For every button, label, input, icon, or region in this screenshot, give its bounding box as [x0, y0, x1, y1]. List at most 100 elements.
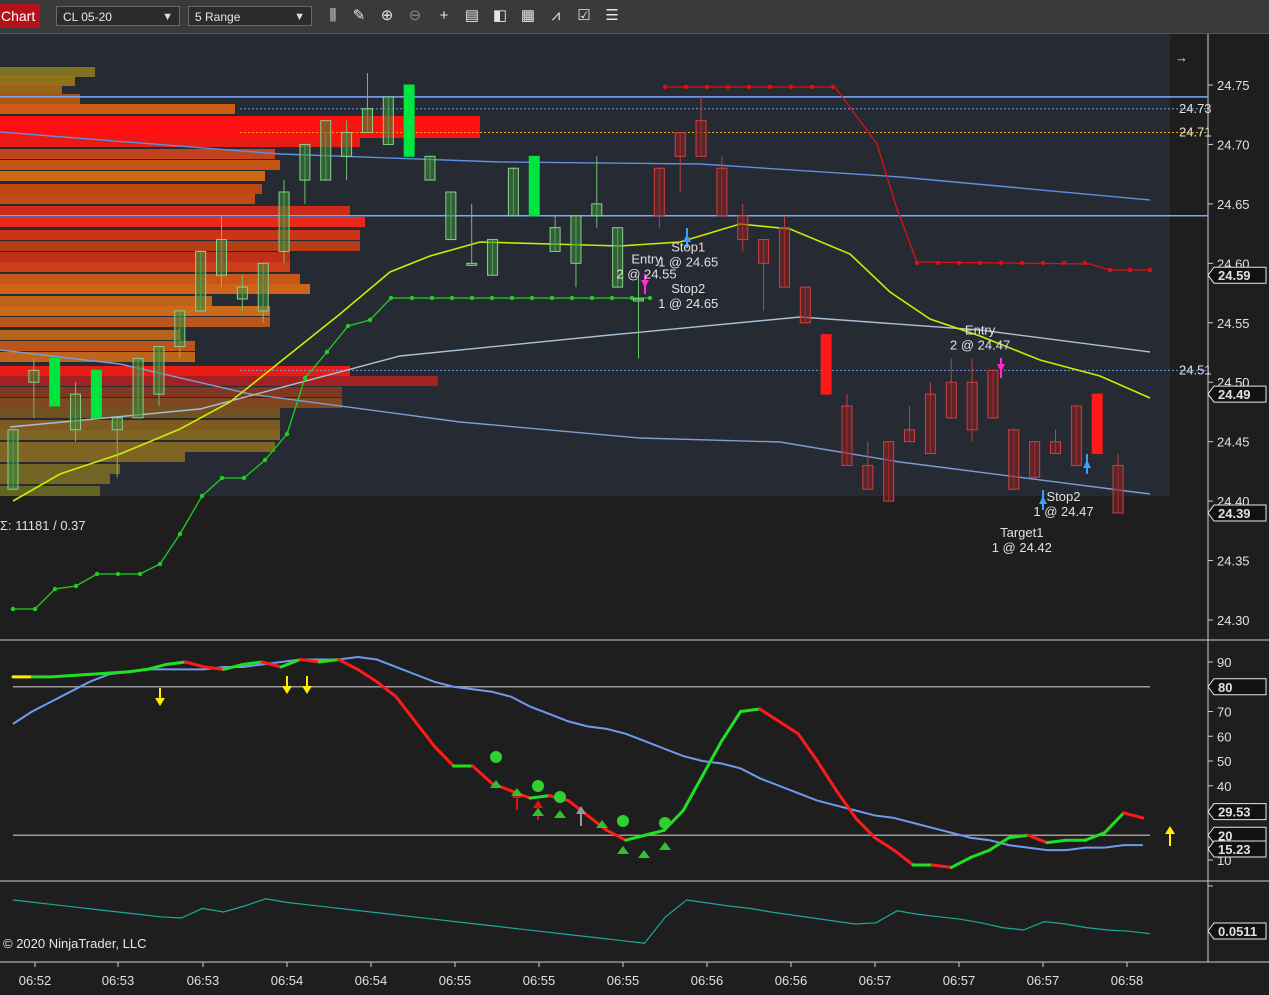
y-tick-label: 24.55 — [1217, 316, 1250, 331]
trailing-stop-dot — [284, 431, 290, 437]
signal-dot — [659, 817, 671, 829]
indicators-icon[interactable]: ⩘ — [547, 7, 565, 25]
candle — [883, 441, 895, 502]
volume-profile-bar — [0, 94, 80, 104]
x-tick-label: 06:57 — [859, 973, 892, 988]
volume-profile-bar — [0, 206, 350, 216]
volume-profile-bar — [0, 184, 262, 194]
candle — [841, 405, 853, 466]
candle — [153, 346, 165, 395]
instrument-value: CL 05-20 — [63, 10, 112, 24]
trailing-stop-dot — [73, 583, 79, 589]
data-box-icon[interactable]: ◧ — [491, 7, 509, 25]
volume-profile-bar — [0, 104, 235, 114]
candle — [904, 429, 916, 443]
candle — [487, 239, 499, 276]
x-tick-label: 06:53 — [102, 973, 135, 988]
trailing-stop-dot — [157, 561, 163, 567]
crosshair-icon[interactable]: + — [435, 7, 453, 25]
volume-profile-bar — [0, 330, 180, 340]
trailing-stop-dot — [302, 375, 308, 381]
zoom-out-icon[interactable]: ⊖ — [406, 7, 424, 25]
candle — [236, 286, 248, 300]
bar-type-icon[interactable]: ⫼ — [324, 7, 342, 25]
y-tick-label: 24.75 — [1217, 78, 1250, 93]
candle — [987, 369, 999, 419]
trailing-stop-dot — [609, 295, 615, 301]
candle — [716, 167, 728, 217]
properties-icon[interactable]: ▤ — [463, 7, 481, 25]
signal-dot — [490, 751, 502, 763]
list-icon[interactable]: ☰ — [603, 7, 621, 25]
signal-dot — [554, 791, 566, 803]
volume-profile-bar — [0, 376, 438, 386]
candle — [195, 250, 207, 312]
candle — [111, 417, 123, 431]
candle — [361, 108, 373, 134]
trailing-stop-dot — [1127, 267, 1133, 273]
zoom-in-icon[interactable]: ⊕ — [378, 7, 396, 25]
trailing-stop-dot — [1040, 260, 1046, 266]
x-tick-label: 06:58 — [1111, 973, 1144, 988]
trailing-stop-dot — [324, 349, 330, 355]
y-tick-label: 24.70 — [1217, 137, 1250, 152]
x-tick-label: 06:54 — [355, 973, 388, 988]
trailing-stop-dot — [1147, 267, 1153, 273]
chevron-down-icon: ▼ — [162, 11, 173, 23]
candle — [28, 369, 40, 383]
candle — [633, 298, 644, 302]
candle — [466, 262, 478, 266]
volume-profile-bar — [0, 262, 290, 272]
trailing-stop-dot — [199, 493, 205, 499]
volume-profile-bar — [0, 274, 300, 284]
interval-value: 5 Range — [195, 10, 241, 24]
trailing-stop-dot — [1061, 260, 1067, 266]
trailing-stop-dot — [935, 260, 941, 266]
trailing-stop-dot — [52, 586, 58, 592]
price-marker-label: 24.39 — [1218, 506, 1251, 521]
candle — [341, 132, 353, 157]
strategies-icon[interactable]: ☑ — [575, 7, 593, 25]
volume-label: Σ: 11181 / 0.37 — [0, 518, 86, 533]
candle — [382, 96, 394, 145]
trade-label: 1 @ 24.47 — [1033, 504, 1093, 519]
x-tick-label: 06:55 — [607, 973, 640, 988]
candle — [695, 120, 707, 157]
x-tick-label: 06:57 — [1027, 973, 1060, 988]
trailing-stop-dot — [489, 295, 495, 301]
instrument-selector[interactable]: CL 05-20 ▼ — [56, 6, 180, 26]
candle — [924, 393, 936, 455]
trailing-stop-dot — [345, 323, 351, 329]
chart-tab[interactable]: Chart — [0, 4, 40, 28]
trailing-stop-dot — [388, 295, 394, 301]
y-tick-label: 24.30 — [1217, 613, 1250, 628]
candle — [70, 393, 82, 431]
trade-label: Target1 — [1000, 525, 1043, 540]
volume-profile-bar — [0, 241, 360, 251]
chart-style-icon[interactable]: ▦ — [519, 7, 537, 25]
chart-area[interactable]: 24.7324.7124.51Entry2 @ 24.55Stop11 @ 24… — [0, 34, 1269, 995]
price-line-label: 24.51 — [1179, 362, 1212, 377]
trailing-stop-dot — [746, 84, 752, 90]
trailing-stop-dot — [32, 606, 38, 612]
interval-selector[interactable]: 5 Range ▼ — [188, 6, 312, 26]
price-line-label: 24.71 — [1179, 125, 1212, 140]
trailing-stop-dot — [1107, 267, 1113, 273]
trailing-stop-dot — [449, 295, 455, 301]
candle — [445, 191, 457, 241]
volume-profile-bar — [0, 341, 195, 351]
trade-label: Stop2 — [671, 281, 705, 296]
pencil-icon[interactable]: ✎ — [350, 7, 368, 25]
candle — [174, 310, 186, 348]
scroll-right-icon[interactable]: → — [1175, 50, 1188, 65]
x-tick-label: 06:57 — [943, 973, 976, 988]
y-tick-label: 60 — [1217, 729, 1231, 744]
trailing-stop-dot — [998, 260, 1004, 266]
copyright: © 2020 NinjaTrader, LLC — [3, 936, 147, 951]
trailing-stop-dot — [262, 457, 268, 463]
chevron-down-icon: ▼ — [294, 11, 305, 23]
y-tick-label: 24.45 — [1217, 435, 1250, 450]
oscillator-fast-segment — [107, 670, 130, 675]
trailing-stop-dot — [529, 295, 535, 301]
trade-label: 1 @ 24.42 — [992, 540, 1052, 555]
